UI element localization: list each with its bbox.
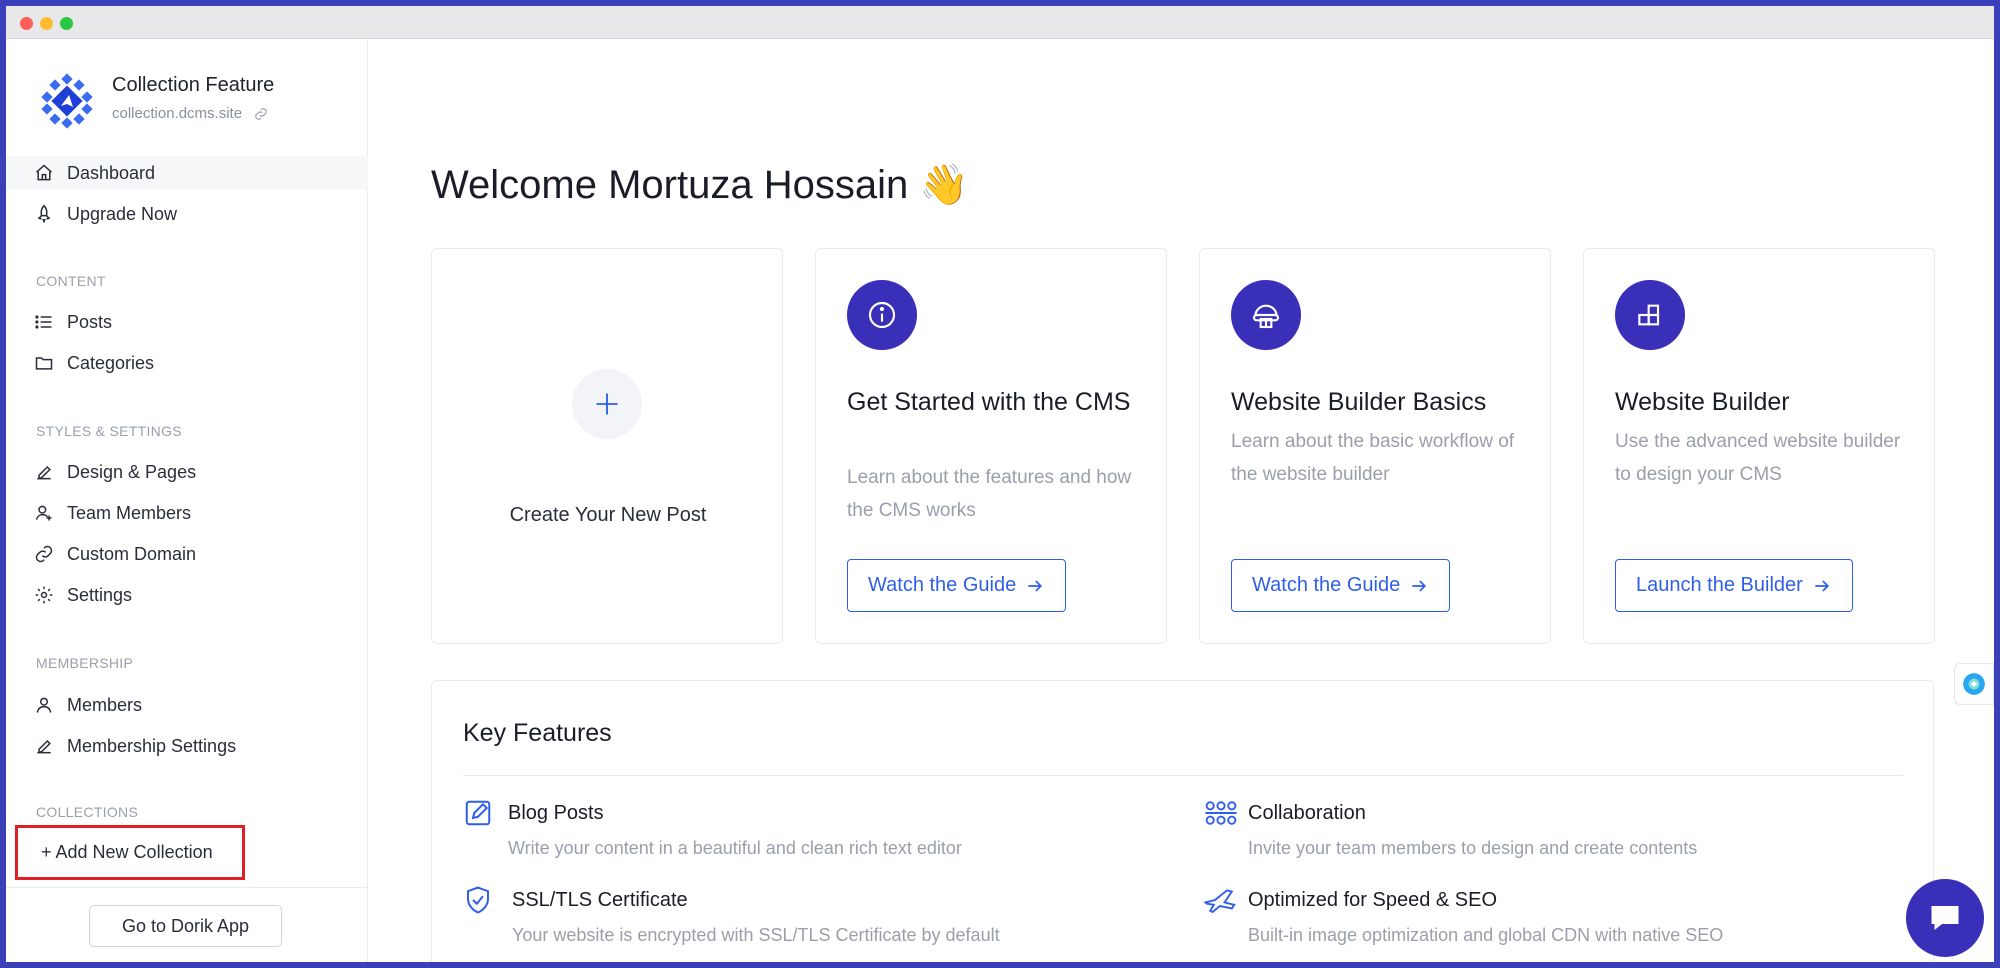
feature-title: SSL/TLS Certificate — [512, 889, 688, 911]
sidebar: Collection Feature collection.dcms.site … — [6, 39, 368, 962]
feature-title: Blog Posts — [508, 802, 604, 824]
site-logo-icon — [41, 73, 93, 129]
sidebar-item-domain[interactable]: Custom Domain — [6, 537, 368, 571]
key-features-panel: Key Features Blog Posts Write your conte… — [431, 680, 1934, 962]
plus-icon[interactable] — [572, 369, 642, 439]
section-label-membership: MEMBERSHIP — [36, 655, 134, 671]
sidebar-item-dashboard[interactable]: Dashboard — [6, 156, 368, 190]
feature-description: Built-in image optimization and global C… — [1248, 925, 1724, 945]
main-content: Welcome Mortuza Hossain 👋 Create Your Ne… — [369, 39, 1994, 962]
sidebar-item-categories[interactable]: Categories — [6, 346, 368, 380]
sidebar-item-label: Settings — [67, 584, 133, 605]
floating-helper-widget[interactable] — [1954, 663, 1994, 705]
builder-basics-card: Website Builder Basics Learn about the b… — [1199, 248, 1551, 644]
feature-title: Collaboration — [1248, 802, 1366, 824]
welcome-text: Welcome Mortuza Hossain — [431, 163, 909, 207]
page-title: Welcome Mortuza Hossain 👋 — [431, 161, 969, 208]
card-title: Website Builder Basics — [1231, 388, 1487, 416]
feature-title: Optimized for Speed & SEO — [1248, 889, 1498, 911]
button-label: Watch the Guide — [1252, 574, 1401, 596]
card-title: Get Started with the CMS — [847, 388, 1131, 416]
card-title: Website Builder — [1615, 388, 1790, 416]
add-new-collection-button[interactable]: + Add New Collection — [15, 825, 245, 880]
sidebar-item-label: Design & Pages — [67, 461, 197, 482]
sidebar-item-team[interactable]: Team Members — [6, 496, 368, 530]
card-description: Use the advanced website builder to desi… — [1615, 431, 1901, 485]
chat-icon — [1931, 906, 1959, 930]
button-label: Launch the Builder — [1636, 574, 1803, 596]
sidebar-item-label: Categories — [67, 352, 155, 373]
rocket-icon — [37, 204, 51, 223]
blocks-icon — [1615, 280, 1685, 350]
site-url-text[interactable]: collection.dcms.site — [112, 105, 242, 122]
sidebar-item-design[interactable]: Design & Pages — [6, 455, 368, 489]
sidebar-item-label: Dashboard — [67, 162, 156, 183]
features-divider — [463, 775, 1903, 776]
external-link-icon[interactable] — [254, 107, 268, 121]
sidebar-item-label: Membership Settings — [67, 735, 237, 756]
sidebar-item-label: Team Members — [67, 502, 192, 523]
maximize-window-button[interactable] — [60, 17, 73, 30]
user-icon — [36, 697, 52, 713]
close-window-button[interactable] — [20, 17, 33, 30]
user-plus-icon — [35, 505, 52, 521]
list-icon — [35, 315, 52, 329]
arrow-right-icon — [1028, 579, 1043, 592]
site-url[interactable]: collection.dcms.site — [112, 105, 268, 122]
watch-guide-button[interactable]: Watch the Guide — [1231, 559, 1451, 612]
link-icon — [35, 545, 53, 563]
sidebar-item-membership-settings[interactable]: Membership Settings — [6, 729, 368, 763]
sidebar-item-upgrade[interactable]: Upgrade Now — [6, 197, 368, 231]
home-icon — [36, 164, 52, 181]
pencil-icon — [37, 465, 51, 480]
helper-orb-icon[interactable] — [1961, 671, 1987, 697]
edit-icon — [465, 800, 491, 826]
plane-icon — [1203, 889, 1236, 914]
sidebar-item-members[interactable]: Members — [6, 688, 368, 722]
section-label-styles: STYLES & SETTINGS — [36, 423, 182, 439]
create-post-card[interactable]: Create Your New Post — [431, 248, 783, 644]
wave-emoji: 👋 — [919, 163, 970, 207]
info-icon — [847, 280, 917, 350]
team-icon — [1205, 801, 1237, 825]
button-label: Watch the Guide — [868, 574, 1017, 596]
arrow-right-icon — [1412, 579, 1427, 592]
sidebar-divider — [6, 887, 368, 888]
sidebar-item-posts[interactable]: Posts — [6, 305, 368, 339]
section-label-collections: COLLECTIONS — [36, 804, 139, 820]
gear-icon — [35, 586, 53, 604]
feature-description: Invite your team members to design and c… — [1248, 838, 1698, 858]
builder-basics-icon — [1231, 280, 1301, 350]
site-title: Collection Feature — [112, 74, 275, 96]
sidebar-item-label: Posts — [67, 311, 113, 332]
feature-description: Your website is encrypted with SSL/TLS C… — [512, 925, 1000, 945]
card-description: Learn about the basic workflow of the we… — [1231, 431, 1515, 485]
sidebar-item-label: Upgrade Now — [67, 203, 178, 224]
folder-icon — [35, 357, 53, 370]
shield-check-icon — [467, 886, 489, 914]
sidebar-item-label: Custom Domain — [67, 543, 197, 564]
chat-button[interactable] — [1906, 879, 1984, 957]
pencil-icon — [37, 739, 51, 754]
go-to-dorik-app-button[interactable]: Go to Dorik App — [89, 905, 282, 947]
feature-description: Write your content in a beautiful and cl… — [508, 838, 962, 858]
create-post-label[interactable]: Create Your New Post — [432, 504, 784, 527]
app-window: Collection Feature collection.dcms.site … — [6, 6, 1994, 962]
title-bar — [6, 6, 1994, 39]
arrow-right-icon — [1815, 579, 1829, 592]
minimize-window-button[interactable] — [40, 17, 53, 30]
card-description: Learn about the features and how the CMS… — [847, 467, 1132, 521]
launch-builder-button[interactable]: Launch the Builder — [1615, 559, 1853, 612]
sidebar-item-settings[interactable]: Settings — [6, 578, 368, 612]
watch-guide-button[interactable]: Watch the Guide — [847, 559, 1067, 612]
sidebar-item-label: Members — [67, 694, 143, 715]
get-started-card: Get Started with the CMS Learn about the… — [815, 248, 1167, 644]
section-label-content: CONTENT — [36, 273, 106, 289]
features-title: Key Features — [463, 719, 612, 747]
website-builder-card: Website Builder Use the advanced website… — [1583, 248, 1935, 644]
